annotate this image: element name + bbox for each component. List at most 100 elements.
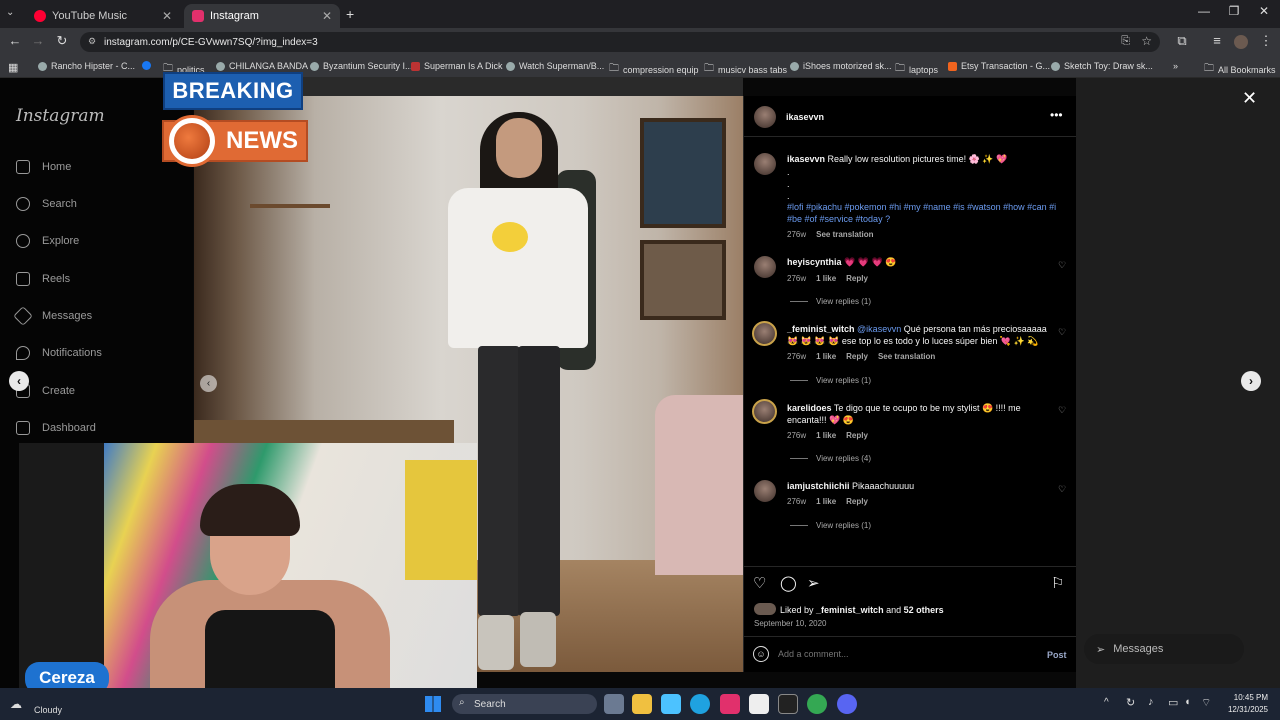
sync-icon[interactable]: ↻ (1126, 696, 1135, 709)
like-icon[interactable]: ♡ (753, 574, 766, 592)
maximize-icon[interactable]: ❐ (1219, 4, 1249, 18)
address-bar[interactable]: ⚙ instagram.com/p/CE-GVwwn7SQ/?img_index… (80, 32, 1160, 52)
menu-icon[interactable]: ⋮ (1257, 33, 1275, 49)
comment-likes[interactable]: 1 like (816, 431, 836, 440)
view-replies-button[interactable]: View replies (4) (790, 454, 871, 463)
comment-like-icon[interactable]: ♡ (1058, 484, 1066, 495)
avatar[interactable] (752, 321, 777, 346)
forward-icon[interactable]: → (29, 33, 47, 48)
avatar[interactable] (754, 480, 776, 502)
comment-like-icon[interactable]: ♡ (1058, 405, 1066, 416)
comment-like-icon[interactable]: ♡ (1058, 260, 1066, 271)
reply-button[interactable]: Reply (846, 352, 868, 361)
install-app-icon[interactable]: ⎘ (1121, 35, 1130, 48)
see-translation-link[interactable]: See translation (878, 352, 935, 361)
network-icon[interactable]: ⌔ (1201, 696, 1211, 710)
more-options-icon[interactable]: ••• (1050, 108, 1063, 122)
comment-like-icon[interactable]: ♡ (1058, 327, 1066, 338)
caption-author[interactable]: ikasevvn (787, 154, 825, 164)
edge-icon[interactable] (690, 694, 710, 714)
close-window-icon[interactable]: ✕ (1249, 4, 1279, 18)
comment-icon[interactable]: ◯ (780, 574, 797, 592)
bookmark-item[interactable]: Superman Is A Dick (411, 61, 503, 71)
display-icon[interactable]: ▭ (1168, 696, 1178, 709)
avatar[interactable] (752, 399, 777, 424)
extensions-icon[interactable]: ⧉ (1173, 33, 1191, 49)
comment-user[interactable]: iamjustchiichii (787, 481, 850, 491)
bookmark-item[interactable]: Sketch Toy: Draw sk... (1051, 61, 1153, 71)
close-tab-icon[interactable]: ✕ (162, 9, 172, 23)
comment-user[interactable]: _feminist_witch (787, 324, 855, 334)
carousel-prev-icon[interactable]: ‹ (200, 375, 217, 392)
bookmark-item[interactable]: iShoes motorized sk... (790, 61, 892, 71)
discord-icon[interactable] (837, 694, 857, 714)
sidebar-item-reels[interactable]: Reels (16, 269, 70, 289)
comment-user[interactable]: heyiscynthia (787, 257, 842, 267)
copilot-icon[interactable] (661, 694, 681, 714)
comment-likes[interactable]: 1 like (816, 497, 836, 506)
volume-icon[interactable]: ◖ (1184, 696, 1191, 708)
liked-by-others[interactable]: 52 others (904, 605, 944, 615)
comment-likes[interactable]: 1 like (816, 352, 836, 361)
file-explorer-icon[interactable] (632, 694, 652, 714)
x-app-icon[interactable] (778, 694, 798, 714)
prev-post-button[interactable]: ‹ (9, 371, 29, 391)
next-post-button[interactable]: › (1241, 371, 1261, 391)
clock-date[interactable]: 12/31/2025 (1224, 705, 1268, 714)
comment-user[interactable]: karelidoes (787, 403, 832, 413)
close-tab-icon[interactable]: ✕ (322, 9, 332, 23)
bookmark-item[interactable]: Rancho Hipster - C... (38, 61, 135, 71)
chrome-icon[interactable] (807, 694, 827, 714)
tab-youtube-music[interactable]: YouTube Music ✕ (26, 4, 180, 28)
close-modal-icon[interactable]: ✕ (1242, 88, 1257, 109)
new-tab-button[interactable]: + (346, 6, 354, 22)
liked-by-user[interactable]: _feminist_witch (816, 605, 884, 615)
post-comment-button[interactable]: Post (1047, 650, 1067, 660)
apps-grid-icon[interactable]: ▦ (8, 61, 18, 74)
see-translation-link[interactable]: See translation (816, 230, 873, 239)
sidebar-item-messages[interactable]: Messages (13, 306, 92, 326)
avatar[interactable] (754, 106, 776, 128)
bookmark-folder[interactable]: 🗀 compression equip (609, 61, 699, 78)
bookmark-item[interactable]: Etsy Transaction - G... (948, 61, 1050, 71)
bookmark-facebook-icon[interactable] (142, 61, 151, 70)
reply-button[interactable]: Reply (846, 274, 868, 283)
tab-search-icon[interactable]: ⌄ (6, 7, 14, 18)
liked-by[interactable]: Liked by _feminist_witch and 52 others (780, 604, 944, 616)
view-replies-button[interactable]: View replies (1) (790, 521, 871, 530)
clock-time[interactable]: 10:45 PM (1226, 693, 1268, 702)
emoji-icon[interactable]: ☺ (753, 646, 769, 662)
media-control-icon[interactable]: ≡ (1208, 33, 1226, 48)
view-replies-button[interactable]: View replies (1) (790, 297, 871, 306)
bookmark-folder[interactable]: 🗀 laptops (895, 61, 938, 78)
avatar[interactable] (754, 153, 776, 175)
view-replies-button[interactable]: View replies (1) (790, 376, 871, 385)
sidebar-item-home[interactable]: Home (16, 157, 71, 177)
avatar[interactable] (754, 256, 776, 278)
instagram-logo[interactable]: Instagram (16, 106, 105, 126)
instagram-app-icon[interactable] (720, 694, 740, 714)
caption-hashtags[interactable]: #lofi #pikachu #pokemon #hi #my #name #i… (787, 201, 1065, 225)
comment-likes[interactable]: 1 like (816, 274, 836, 283)
comment-input[interactable] (778, 646, 1028, 662)
sidebar-item-dashboard[interactable]: Dashboard (16, 418, 96, 438)
tab-instagram[interactable]: Instagram ✕ (184, 4, 340, 28)
more-bookmarks-icon[interactable]: » (1173, 61, 1178, 71)
start-icon[interactable] (425, 696, 441, 712)
all-bookmarks-folder[interactable]: 🗀 All Bookmarks (1204, 61, 1276, 78)
amazon-icon[interactable] (749, 694, 769, 714)
bookmark-item[interactable]: CHILANGA BANDA (216, 61, 308, 71)
comment-mention[interactable]: @ikasevvn (857, 324, 901, 334)
share-icon[interactable]: ➢ (807, 574, 820, 592)
taskbar-search[interactable]: ⌕ Search (452, 694, 597, 714)
sidebar-item-search[interactable]: Search (16, 194, 77, 214)
weather-icon[interactable]: ☁ (10, 697, 22, 711)
reply-button[interactable]: Reply (846, 431, 868, 440)
profile-avatar[interactable] (1234, 35, 1248, 49)
sidebar-item-explore[interactable]: Explore (16, 231, 79, 251)
post-author[interactable]: ikasevvn (786, 112, 824, 122)
tray-chevron-icon[interactable]: ^ (1104, 697, 1109, 708)
minimize-icon[interactable]: — (1189, 4, 1219, 18)
bookmark-folder[interactable]: 🗀 musicv bass tabs (704, 61, 787, 78)
save-bookmark-icon[interactable]: ⚐ (1051, 574, 1064, 592)
